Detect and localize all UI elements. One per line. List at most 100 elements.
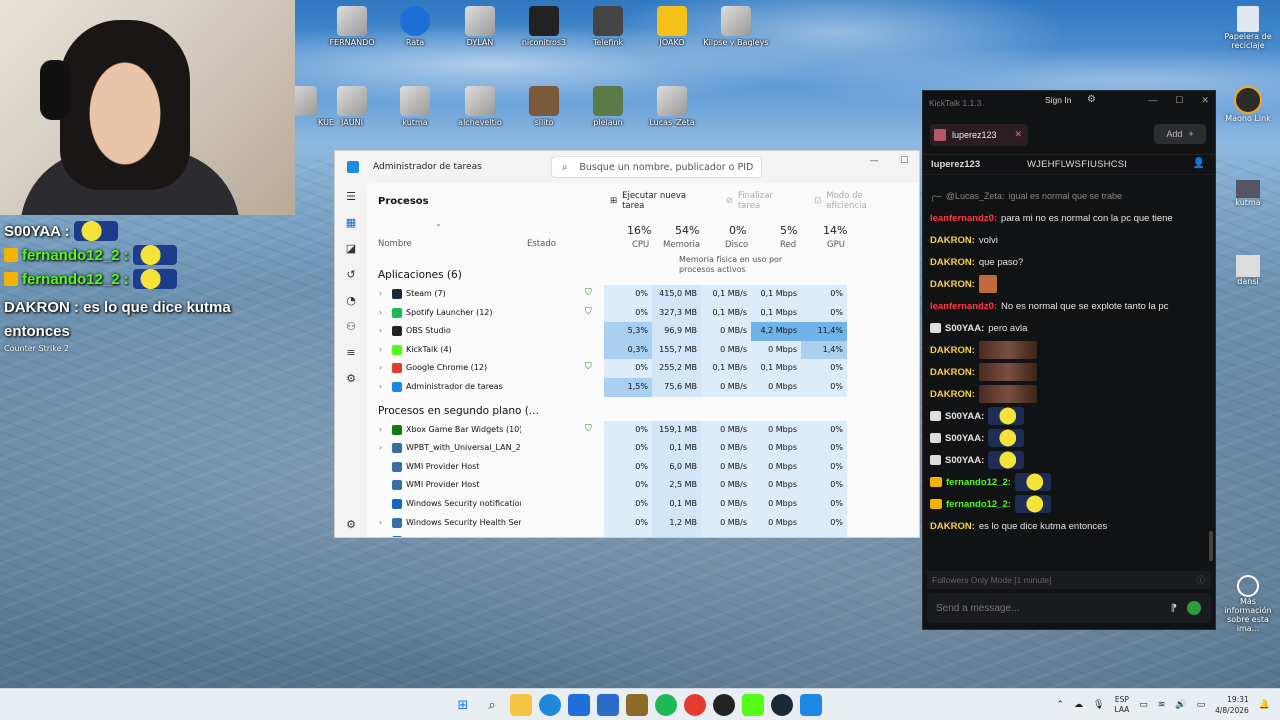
- column-gpu[interactable]: GPU: [827, 240, 845, 250]
- services-icon[interactable]: ⚙: [335, 365, 367, 391]
- process-row[interactable]: Windows Security notification... 0% 0,1 MB…: [367, 494, 919, 514]
- add-channel-button[interactable]: Add +: [1154, 124, 1206, 144]
- startup-icon[interactable]: ◔: [335, 287, 367, 313]
- chat-message[interactable]: S00YAA: pero avla: [930, 319, 1215, 337]
- chat-message[interactable]: DAKRON: que paso?: [930, 253, 1215, 271]
- desktop-icon[interactable]: dansi: [1218, 255, 1278, 286]
- chat-username[interactable]: DAKRON:: [930, 367, 975, 378]
- chat-message[interactable]: S00YAA:: [930, 429, 1215, 447]
- message-input[interactable]: Send a message... ⁋: [927, 593, 1211, 623]
- game-icon[interactable]: [626, 694, 648, 716]
- chat-username[interactable]: DAKRON:: [930, 235, 975, 246]
- chat-message[interactable]: fernando12_2:: [930, 473, 1215, 491]
- start-icon[interactable]: ⊞: [452, 694, 474, 716]
- chat-message[interactable]: DAKRON: volvi: [930, 231, 1215, 249]
- chat-username[interactable]: DAKRON:: [930, 279, 975, 290]
- chat-message[interactable]: DAKRON:: [930, 275, 1215, 293]
- process-row[interactable]: › Xbox Game Bar Widgets (10) ⛉ 0% 159,1 MB 0 …: [367, 420, 919, 440]
- network-tray-icon[interactable]: ☁: [1074, 700, 1083, 710]
- language-indicator[interactable]: ESP LAA: [1114, 695, 1129, 715]
- users-icon[interactable]: ⚇: [335, 313, 367, 339]
- battery-icon[interactable]: ▭: [1197, 700, 1206, 710]
- edge-icon[interactable]: [539, 694, 561, 716]
- process-row[interactable]: › OBS Studio 5,3% 96,9 MB 0 MB/s 4,2 Mbps 11,4…: [367, 322, 919, 341]
- column-memory[interactable]: Memoria: [663, 240, 700, 250]
- process-row[interactable]: Windows Hello Security Process0%0,5 MB0 …: [367, 532, 919, 537]
- close-tab-icon[interactable]: ✕: [1014, 129, 1022, 140]
- notifications-icon[interactable]: 🔔: [1259, 700, 1270, 710]
- spotify-icon[interactable]: [655, 694, 677, 716]
- process-row[interactable]: ›Windows Security Health Servi...0%1,2 M…: [367, 513, 919, 533]
- expand-chevron-icon[interactable]: ›: [379, 382, 382, 391]
- expand-chevron-icon[interactable]: ›: [379, 363, 382, 372]
- chat-username[interactable]: fernando12_2:: [946, 499, 1011, 510]
- pinned-message[interactable]: WJEHFLWSFIUSHCSI: [1027, 159, 1127, 170]
- chat-message[interactable]: S00YAA:: [930, 451, 1215, 469]
- chat-message[interactable]: DAKRON:: [930, 341, 1215, 359]
- monitor-icon[interactable]: ▭: [1139, 700, 1148, 710]
- process-row[interactable]: WMI Provider Host 0% 6,0 MB 0 MB/s 0 Mbps 0%: [367, 457, 919, 477]
- chat-message[interactable]: ╭─ @Lucas_Zeta: igual es normal que se tra…: [930, 187, 1215, 205]
- store-icon[interactable]: [568, 694, 590, 716]
- column-disk[interactable]: Disco: [725, 240, 748, 250]
- tab-channel[interactable]: luperez123 ✕: [930, 123, 1028, 146]
- column-network[interactable]: Red: [780, 240, 796, 250]
- chat-username[interactable]: DAKRON:: [930, 521, 975, 532]
- process-row[interactable]: › Spotify Launcher (12) ⛉ 0% 327,3 MB 0,1 MB/…: [367, 303, 919, 323]
- process-row[interactable]: › Steam (7) ⛉ 0% 415,0 MB 0,1 MB/s 0,1 Mbps 0%: [367, 285, 919, 304]
- efficiency-mode-button[interactable]: ⊡ Modo de eficiencia: [814, 191, 901, 211]
- close-button[interactable]: ✕: [1201, 95, 1209, 106]
- app-history-icon[interactable]: ↺: [335, 261, 367, 287]
- chat-username[interactable]: DAKRON:: [930, 389, 975, 400]
- apps-group-header[interactable]: Aplicaciones (6): [367, 265, 919, 285]
- chat-username[interactable]: DAKRON:: [930, 257, 975, 268]
- task-manager-window[interactable]: Administrador de tareas ⌕ Busque un nomb…: [334, 150, 920, 538]
- spotlight-info[interactable]: Más información sobre esta ima...: [1216, 575, 1280, 633]
- process-row[interactable]: WMI Provider Host 0% 2,5 MB 0 MB/s 0 Mbps 0%: [367, 476, 919, 495]
- sign-in-button[interactable]: Sign In: [1045, 95, 1071, 105]
- kicktalk-icon[interactable]: [742, 694, 764, 716]
- settings-icon[interactable]: ⚙: [335, 511, 367, 537]
- expand-chevron-icon[interactable]: ›: [379, 289, 382, 298]
- expand-chevron-icon[interactable]: ›: [379, 326, 382, 335]
- expand-chevron-icon[interactable]: ›: [379, 443, 382, 452]
- end-task-button[interactable]: ⊘ Finalizar tarea: [726, 191, 794, 211]
- processes-icon[interactable]: ▦: [335, 209, 367, 235]
- process-row[interactable]: › WPBT_with_Universal_LAN_20... 0% 0,1 MB 0 …: [367, 439, 919, 458]
- wifi-icon[interactable]: ≋: [1158, 700, 1166, 710]
- clock[interactable]: 19:31 4/8/2026: [1215, 694, 1249, 716]
- chrome-icon[interactable]: [684, 694, 706, 716]
- process-row[interactable]: › KickTalk (4) 0,3% 155,7 MB 0 MB/s 0 Mbps 1,4…: [367, 340, 919, 360]
- chevron-up-icon[interactable]: ⌃: [1056, 700, 1064, 710]
- background-group-header[interactable]: Procesos en segundo plano (...: [367, 401, 919, 421]
- chat-username[interactable]: leanfernandz0:: [930, 213, 997, 224]
- process-row[interactable]: › Google Chrome (12) ⛉ 0% 255,2 MB 0,1 MB/s 0,…: [367, 359, 919, 378]
- chat-message[interactable]: leanfernandz0: No es normal que se explot…: [930, 297, 1215, 315]
- desktop-icon[interactable]: Lucas_Zeta: [632, 86, 712, 127]
- chat-message[interactable]: leanfernandz0: para mi no es normal con l…: [930, 209, 1215, 227]
- column-cpu[interactable]: CPU: [632, 240, 649, 250]
- chat-username[interactable]: S00YAA:: [945, 433, 984, 444]
- expand-chevron-icon[interactable]: ›: [379, 425, 382, 434]
- volume-icon[interactable]: 🔊: [1175, 700, 1186, 710]
- recycle-bin[interactable]: Papelera de reciclaje: [1218, 6, 1278, 50]
- expand-chevron-icon[interactable]: ›: [379, 518, 382, 527]
- menu-icon[interactable]: ☰: [335, 183, 367, 209]
- desktop-icon[interactable]: kutma: [1218, 180, 1278, 207]
- run-new-task-button[interactable]: ⊞ Ejecutar nueva tarea: [610, 191, 706, 211]
- emote-picker-icon[interactable]: [1187, 601, 1201, 615]
- desktop-icon[interactable]: Kilpse y Bagleys: [696, 6, 776, 47]
- chat-username[interactable]: S00YAA:: [945, 455, 984, 466]
- chat-message[interactable]: DAKRON: es lo que dice kutma entonces: [930, 517, 1215, 535]
- minimize-button[interactable]: —: [859, 151, 889, 171]
- search-input[interactable]: ⌕ Busque un nombre, publicador o PID: [551, 156, 762, 178]
- expand-chevron-icon[interactable]: ›: [379, 345, 382, 354]
- maximize-button[interactable]: ☐: [1175, 95, 1183, 106]
- chat-message[interactable]: S00YAA:: [930, 407, 1215, 425]
- chat-message[interactable]: DAKRON:: [930, 385, 1215, 403]
- chat-username[interactable]: S00YAA:: [945, 323, 984, 334]
- task-manager-icon[interactable]: [800, 694, 822, 716]
- microphone-icon[interactable]: 🎙: [1093, 700, 1104, 710]
- search-icon[interactable]: ⌕: [481, 694, 503, 716]
- outlook-icon[interactable]: [597, 694, 619, 716]
